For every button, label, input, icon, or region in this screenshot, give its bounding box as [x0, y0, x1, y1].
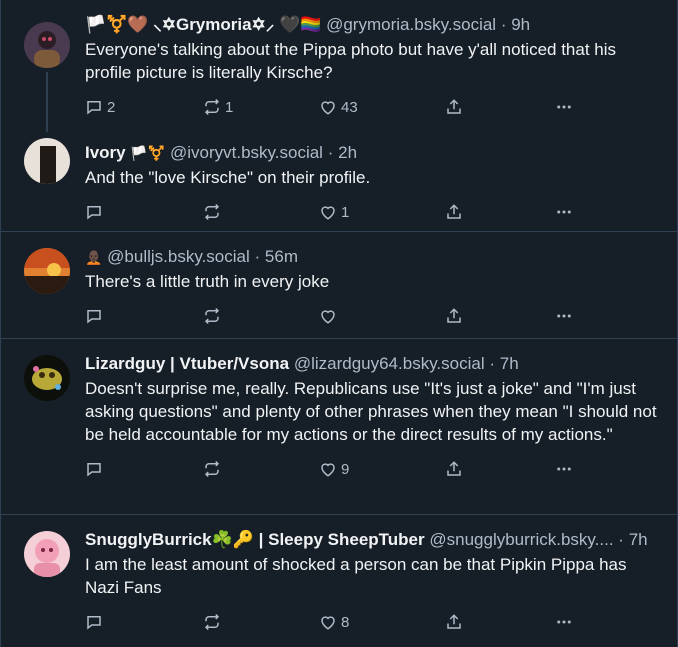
like-button[interactable]: 43 [319, 98, 445, 116]
more-icon [557, 105, 571, 109]
post-text: And the "love Kirsche" on their profile. [85, 168, 371, 187]
more-icon [557, 620, 571, 624]
more-options-button[interactable] [555, 613, 573, 631]
like-button[interactable]: 8 [319, 613, 445, 631]
reply-count: 2 [107, 98, 116, 116]
repost-icon [204, 203, 220, 221]
repost-button[interactable] [203, 460, 319, 478]
avatar[interactable] [24, 22, 70, 68]
like-count: 43 [341, 98, 358, 116]
feed-post[interactable]: SnugglyBurrick☘️🔑 | Sleepy SheepTuber @s… [1, 515, 677, 647]
repost-icon [204, 307, 220, 325]
author-name[interactable]: SnugglyBurrick☘️🔑 | Sleepy SheepTuber [85, 530, 425, 549]
post-text: There's a little truth in every joke [85, 272, 330, 291]
share-button[interactable] [445, 307, 555, 325]
reply-button[interactable] [85, 460, 203, 478]
more-icon [557, 314, 571, 318]
reply-icon [87, 310, 101, 324]
author-handle[interactable]: @bulljs.bsky.social [107, 247, 250, 266]
reply-icon [87, 206, 101, 220]
repost-count: 1 [225, 98, 234, 116]
post-actions: 9 [85, 446, 661, 492]
repost-button[interactable]: 1 [203, 98, 319, 116]
post-time[interactable]: 7h [500, 354, 519, 373]
reply-icon [87, 101, 101, 115]
feed-post[interactable]: 🏳️⚧️🤎 ⸜✡︎Grymoria✡︎⸝ 🖤🏳️‍🌈 @grymoria.bsk… [1, 0, 677, 132]
post-time[interactable]: 9h [511, 15, 530, 34]
avatar[interactable] [24, 355, 70, 401]
repost-icon [204, 613, 220, 631]
share-icon [447, 308, 461, 323]
reply-button[interactable] [85, 613, 203, 631]
share-icon [447, 99, 461, 114]
author-handle[interactable]: @grymoria.bsky.social [326, 15, 496, 34]
post-actions: 8 [85, 599, 661, 645]
more-icon [557, 467, 571, 471]
post-actions: 1 [85, 189, 661, 235]
more-options-button[interactable] [555, 460, 573, 478]
share-icon [447, 204, 461, 219]
author-handle[interactable]: @ivoryvt.bsky.social [170, 143, 323, 162]
post-text: Doesn't surprise me, really. Republicans… [85, 379, 657, 444]
avatar[interactable] [24, 248, 70, 294]
reply-button[interactable]: 2 [85, 98, 203, 116]
author-badges: 🏳️⚧️ [130, 145, 166, 161]
repost-icon [204, 98, 220, 116]
post-time[interactable]: 2h [338, 143, 357, 162]
author-name[interactable]: 🏳️⚧️🤎 ⸜✡︎Grymoria✡︎⸝ 🖤🏳️‍🌈 [85, 15, 321, 34]
repost-button[interactable] [203, 307, 319, 325]
like-button[interactable]: 9 [319, 460, 445, 478]
avatar[interactable] [24, 531, 70, 577]
reply-icon [87, 463, 101, 477]
like-button[interactable]: 1 [319, 203, 445, 221]
share-button[interactable] [445, 98, 555, 116]
more-options-button[interactable] [555, 203, 573, 221]
author-name[interactable]: Lizardguy | Vtuber/Vsona [85, 354, 289, 373]
share-button[interactable] [445, 203, 555, 221]
share-button[interactable] [445, 460, 555, 478]
like-count: 1 [341, 203, 350, 221]
post-time[interactable]: 7h [629, 530, 648, 549]
author-handle[interactable]: @lizardguy64.bsky.social [294, 354, 485, 373]
more-options-button[interactable] [555, 307, 573, 325]
like-icon [321, 616, 335, 630]
like-icon [321, 310, 335, 324]
avatar[interactable] [24, 138, 70, 184]
feed-post[interactable]: Lizardguy | Vtuber/Vsona @lizardguy64.bs… [1, 339, 677, 515]
author-badges: 🧑🏿‍🦲 [85, 249, 103, 265]
author-name[interactable]: Ivory [85, 143, 126, 162]
post-text: Everyone's talking about the Pippa photo… [85, 40, 617, 82]
reply-icon [87, 616, 101, 630]
post-feed: 🏳️⚧️🤎 ⸜✡︎Grymoria✡︎⸝ 🖤🏳️‍🌈 @grymoria.bsk… [0, 0, 678, 647]
share-icon [447, 461, 461, 476]
like-icon [321, 463, 335, 477]
repost-icon [204, 460, 220, 478]
like-button[interactable] [319, 307, 445, 325]
like-icon [321, 206, 335, 220]
repost-button[interactable] [203, 203, 319, 221]
feed-post[interactable]: 🧑🏿‍🦲 @bulljs.bsky.social · 56m There's a… [1, 232, 677, 339]
reply-button[interactable] [85, 307, 203, 325]
post-text: I am the least amount of shocked a perso… [85, 555, 627, 597]
share-button[interactable] [445, 613, 555, 631]
post-time[interactable]: 56m [265, 247, 298, 266]
more-icon [557, 210, 571, 214]
post-actions [85, 293, 661, 339]
reply-button[interactable] [85, 203, 203, 221]
like-icon [321, 101, 335, 115]
like-count: 8 [341, 613, 350, 631]
more-options-button[interactable] [555, 98, 573, 116]
share-icon [447, 614, 461, 629]
feed-post[interactable]: Ivory 🏳️⚧️ @ivoryvt.bsky.social · 2h And… [1, 122, 677, 232]
like-count: 9 [341, 460, 350, 478]
repost-button[interactable] [203, 613, 319, 631]
author-handle[interactable]: @snugglyburrick.bsky.... [429, 530, 613, 549]
